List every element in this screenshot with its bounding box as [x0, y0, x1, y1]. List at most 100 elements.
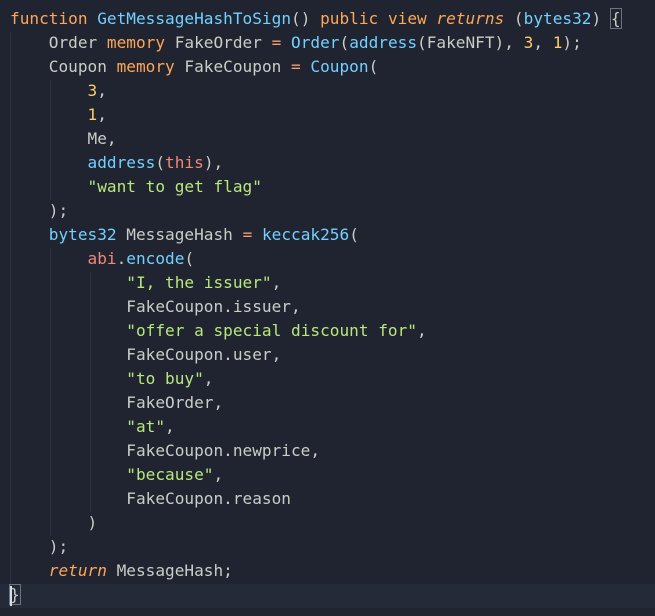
code-token: ,: [203, 369, 214, 388]
code-line[interactable]: "at",: [10, 415, 175, 439]
code-token: 3: [87, 81, 98, 100]
code-line[interactable]: return MessageHash;: [10, 559, 233, 583]
code-line[interactable]: "to buy",: [10, 367, 214, 391]
code-token: ): [10, 513, 98, 532]
code-token: abi: [87, 249, 117, 268]
code-line[interactable]: FakeOrder,: [10, 391, 223, 415]
code-token: "at": [126, 417, 166, 436]
code-line[interactable]: FakeCoupon.user,: [10, 343, 281, 367]
code-line[interactable]: address(this),: [10, 151, 224, 175]
code-token: 3: [523, 33, 534, 52]
code-token: view: [387, 9, 427, 28]
code-line[interactable]: ): [10, 511, 98, 535]
code-token: =: [291, 57, 301, 76]
code-token: bytes32: [48, 225, 117, 244]
code-token: .: [116, 249, 127, 268]
code-line[interactable]: "want to get flag": [10, 175, 262, 199]
code-token: ,: [97, 105, 107, 124]
code-token: FakeOrder,: [10, 393, 224, 412]
code-token: Coupon: [10, 57, 117, 76]
code-token: );: [562, 33, 582, 52]
code-token: bytes32: [523, 9, 592, 28]
code-line[interactable]: "offer a special discount for",: [10, 319, 427, 343]
code-token: ,: [533, 33, 553, 52]
code-token: encode: [126, 249, 185, 268]
code-token: (: [504, 9, 524, 28]
code-token: FakeCoupon.newprice,: [10, 441, 321, 460]
code-token: (: [368, 57, 379, 76]
code-token: (: [349, 225, 359, 244]
code-line[interactable]: Me,: [10, 127, 117, 151]
code-token: FakeCoupon.user,: [10, 345, 282, 364]
code-token: ): [591, 9, 611, 28]
code-token: "because": [126, 465, 214, 484]
code-line[interactable]: function GetMessageHashToSign() public v…: [10, 7, 622, 31]
code-token: 1: [87, 105, 98, 124]
code-token: "I, the issuer": [126, 273, 272, 292]
code-token: returns: [436, 9, 505, 28]
code-token: memory: [116, 57, 175, 76]
code-token: "to buy": [126, 369, 204, 388]
code-token: MessageHash: [116, 225, 243, 244]
code-token: (: [339, 33, 350, 52]
code-token: FakeCoupon.issuer,: [10, 297, 301, 316]
code-token: 1: [552, 33, 563, 52]
code-token: "offer a special discount for": [126, 321, 417, 340]
code-token: GetMessageHashToSign: [97, 9, 292, 28]
code-line[interactable]: Coupon memory FakeCoupon = Coupon(: [10, 55, 379, 79]
code-token: "want to get flag": [87, 177, 262, 196]
code-token: ,: [97, 81, 107, 100]
code-token: MessageHash;: [106, 561, 233, 580]
code-line[interactable]: 1,: [10, 103, 107, 127]
code-token: return: [48, 561, 107, 580]
code-token: ),: [203, 153, 224, 172]
code-line[interactable]: "because",: [10, 463, 223, 487]
code-token: (: [184, 249, 195, 268]
code-token: address: [349, 33, 418, 52]
code-line[interactable]: Order memory FakeOrder = Order(address(F…: [10, 31, 582, 55]
code-token: ,: [416, 321, 427, 340]
code-token: function: [10, 9, 88, 28]
code-token: Me,: [10, 129, 117, 148]
code-token: FakeCoupon.reason: [10, 489, 291, 508]
code-token: (FakeNFT),: [417, 33, 524, 52]
code-line[interactable]: FakeCoupon.issuer,: [10, 295, 301, 319]
code-token: {: [609, 8, 622, 29]
code-token: );: [10, 537, 69, 556]
code-token: ,: [213, 465, 224, 484]
code-line[interactable]: "I, the issuer",: [10, 271, 281, 295]
code-line[interactable]: bytes32 MessageHash = keccak256(: [10, 223, 359, 247]
code-token: (: [155, 153, 166, 172]
code-token: ,: [271, 273, 282, 292]
code-token: =: [271, 33, 282, 52]
code-line[interactable]: abi.encode(: [10, 247, 195, 271]
code-line[interactable]: );: [10, 199, 68, 223]
code-token: keccak256: [261, 225, 350, 244]
code-token: ,: [165, 417, 175, 436]
code-line[interactable]: );: [10, 535, 68, 559]
code-token: address: [87, 153, 156, 172]
code-token: Order: [291, 33, 340, 52]
code-token: FakeCoupon: [174, 57, 292, 76]
code-token: );: [10, 201, 69, 220]
code-token: this: [165, 153, 204, 172]
code-token: (): [291, 9, 321, 28]
code-line[interactable]: FakeCoupon.reason: [10, 487, 291, 511]
code-token: memory: [106, 33, 166, 52]
code-editor[interactable]: function GetMessageHashToSign() public v…: [0, 0, 655, 616]
code-line[interactable]: FakeCoupon.newprice,: [10, 439, 320, 463]
code-line[interactable]: 3,: [10, 79, 107, 103]
